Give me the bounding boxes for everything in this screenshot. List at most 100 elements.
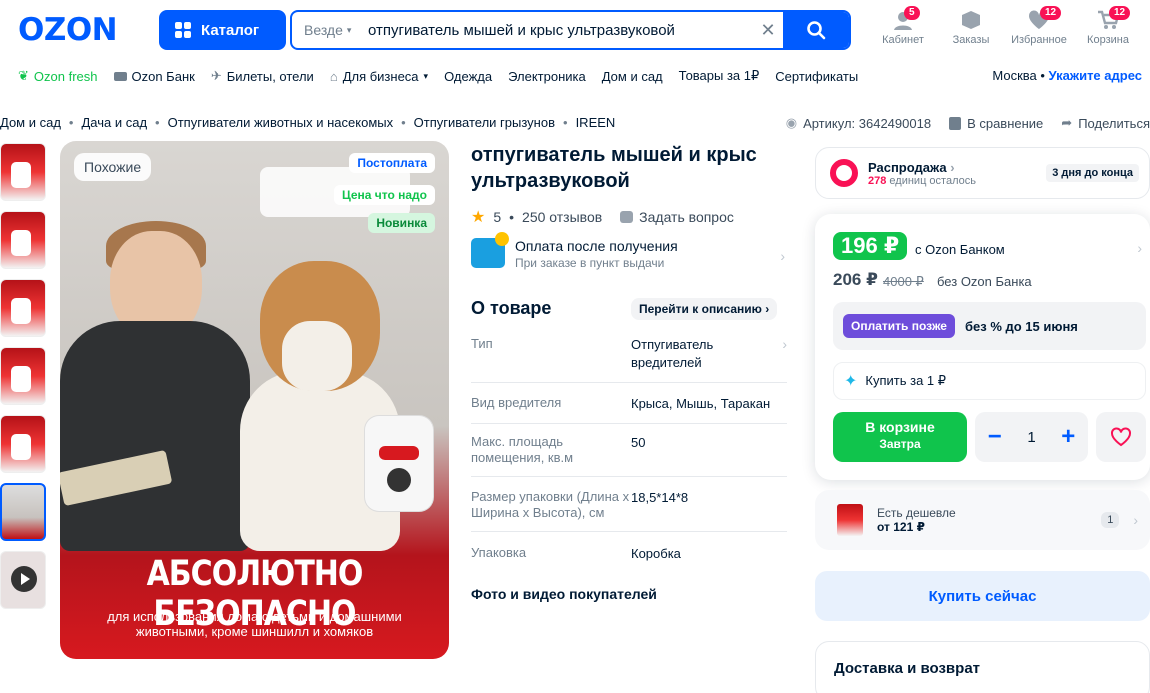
sale-left-count: 278	[868, 174, 887, 187]
header-favorites[interactable]: 12 Избранное	[1009, 6, 1069, 46]
header-account[interactable]: 5 Кабинет	[873, 6, 933, 46]
nav-ozon-bank[interactable]: Ozon Банк	[113, 68, 195, 84]
payment-card-icon	[471, 232, 509, 268]
product-meta: ◉ Артикул: 3642490018 В сравнение ➦ Подели…	[786, 115, 1150, 131]
breadcrumb-item[interactable]: Дача и сад	[81, 115, 147, 130]
header-cart-label: Корзина	[1087, 34, 1129, 46]
spec-value[interactable]: Отпугиватель вредителей	[631, 336, 782, 372]
nav-business[interactable]: ⌂ Для бизнеса ▾	[330, 69, 428, 84]
compare-link[interactable]: В сравнение	[949, 115, 1043, 131]
shop-icon: ⌂	[329, 68, 338, 84]
clear-icon[interactable]: ✕	[753, 20, 783, 41]
nav-certificates[interactable]: Сертификаты	[775, 69, 858, 84]
minus-button[interactable]: −	[988, 423, 1002, 451]
cheaper-offer[interactable]: Есть дешевле от 121 ₽ 1 ›	[815, 490, 1150, 550]
pay-after-subtitle: При заказе в пункт выдачи	[515, 256, 665, 270]
postpay-badge[interactable]: Постоплата	[349, 153, 435, 173]
spec-row: Упаковка Коробка	[471, 545, 787, 573]
address-link[interactable]: Укажите адрес	[1049, 68, 1142, 83]
delivery-return-section[interactable]: Доставка и возврат	[815, 641, 1150, 693]
thumbnail-active[interactable]	[0, 483, 46, 541]
thumbnail[interactable]	[0, 415, 46, 473]
product-main-image[interactable]: Похожие Постоплата Цена что надо Новинка…	[60, 141, 449, 659]
header-cart[interactable]: 12 Корзина	[1078, 6, 1138, 46]
plus-button[interactable]: +	[1061, 423, 1075, 451]
rating-value: 5	[493, 209, 502, 225]
search-icon	[807, 21, 826, 40]
thumbnail[interactable]	[0, 143, 46, 201]
nav-label: Ozon Банк	[131, 68, 195, 84]
spec-row: Размер упаковки (Длина х Ширина х Высота…	[471, 489, 787, 532]
breadcrumb-item[interactable]: Дом и сад	[0, 115, 61, 130]
thumbnail[interactable]	[0, 347, 46, 405]
nav-tickets[interactable]: ✈ Билеты, отели	[211, 68, 314, 84]
nav-ozon-fresh[interactable]: ❦ Ozon fresh	[18, 68, 98, 84]
spec-key: Упаковка	[471, 545, 527, 560]
image-illustration	[282, 321, 352, 391]
spec-row: Вид вредителя Крыса, Мышь, Таракан	[471, 395, 787, 424]
header-orders-label: Заказы	[952, 34, 990, 46]
buy-for-1-row[interactable]: ✦ Купить за 1 ₽	[833, 362, 1146, 400]
article-number[interactable]: ◉ Артикул: 3642490018	[786, 115, 931, 131]
pay-later-row[interactable]: Оплатить позже без % до 15 июня	[833, 302, 1146, 350]
pay-later-button[interactable]: Оплатить позже	[843, 314, 955, 338]
video-thumbnail[interactable]	[0, 551, 46, 609]
buy-now-button[interactable]: Купить сейчас	[815, 571, 1150, 621]
nav-goods-1rub[interactable]: Товары за 1₽	[679, 68, 760, 84]
sale-days-badge: 3 дня до конца	[1046, 164, 1139, 182]
city-label: Москва	[992, 68, 1037, 83]
thumbnail[interactable]	[0, 211, 46, 269]
rating-row: ★ 5 • 250 отзывов Задать вопрос	[471, 209, 734, 226]
similar-button[interactable]: Похожие	[74, 153, 152, 181]
search-scope-select[interactable]: Везде ▾	[292, 22, 358, 38]
account-badge: 5	[904, 6, 920, 20]
nav-label: Для бизнеса	[342, 68, 419, 84]
nav-label: Билеты, отели	[226, 68, 314, 84]
image-subtitle: для использования дома с детьми и домашн…	[107, 609, 402, 639]
spec-value: Крыса, Мышь, Таракан	[631, 396, 771, 411]
cheaper-title: Есть дешевле	[877, 506, 956, 520]
ask-question-link[interactable]: Задать вопрос	[620, 209, 734, 225]
cart-badge: 12	[1109, 6, 1131, 20]
search-scope-label: Везде	[304, 22, 343, 38]
header-orders[interactable]: Заказы	[941, 10, 1001, 46]
in-cart-label: В корзине	[865, 419, 935, 435]
thumbnail[interactable]	[0, 279, 46, 337]
sale-left-text: единиц осталось	[889, 174, 976, 187]
spec-value: 50	[631, 435, 646, 450]
spec-value: Коробка	[631, 546, 681, 561]
reviews-link[interactable]: 250 отзывов	[522, 209, 602, 225]
compare-label: В сравнение	[967, 115, 1044, 131]
sale-banner[interactable]: Распродажа › 278 единиц осталось 3 дня д…	[815, 147, 1150, 199]
sub-navigation: ❦ Ozon fresh Ozon Банк ✈ Билеты, отели ⌂ Дл…	[18, 68, 1150, 84]
quantity-value: 1	[1027, 428, 1036, 446]
customer-photos-heading[interactable]: Фото и видео покупателей	[471, 586, 657, 602]
about-heading: О товаре	[471, 298, 552, 318]
spec-key: Макс. площадь помещения, кв.м	[471, 434, 574, 465]
sale-title: Распродажа	[868, 159, 947, 175]
pay-after-receipt[interactable]: Оплата после получения При заказе в пунк…	[471, 232, 785, 270]
buy-box: 196 ₽ с Ozon Банком › 206 ₽ 4000 ₽ без O…	[815, 214, 1150, 480]
star-icon: ★	[471, 209, 486, 226]
favorite-button[interactable]	[1096, 412, 1146, 462]
breadcrumb-item[interactable]: IREEN	[576, 115, 616, 130]
in-cart-button[interactable]: В корзине Завтра	[833, 412, 967, 462]
breadcrumb-item[interactable]: Отпугиватели животных и насекомых	[168, 115, 394, 130]
nav-label: Ozon fresh	[33, 68, 98, 84]
play-icon	[11, 566, 37, 592]
nav-electronics[interactable]: Электроника	[508, 69, 586, 84]
location[interactable]: Москва • Укажите адрес	[992, 68, 1142, 83]
chevron-right-icon[interactable]: ›	[1137, 240, 1142, 256]
nav-home-garden[interactable]: Дом и сад	[602, 69, 663, 84]
search-button[interactable]	[783, 12, 849, 48]
search-input[interactable]: отпугиватель мышей и крыс ультразвуковой	[358, 22, 753, 39]
goto-description-button[interactable]: Перейти к описанию ›	[631, 298, 778, 320]
catalog-button[interactable]: Каталог	[159, 10, 286, 50]
good-price-badge[interactable]: Цена что надо	[333, 185, 435, 205]
breadcrumb-item[interactable]: Отпугиватели грызунов	[414, 115, 555, 130]
ozon-logo[interactable]: OZON	[18, 12, 118, 48]
price-standard-label: без Ozon Банка	[937, 274, 1032, 289]
nav-clothes[interactable]: Одежда	[444, 69, 492, 84]
chevron-right-icon: ›	[782, 336, 787, 352]
share-link[interactable]: ➦ Поделиться	[1061, 115, 1150, 131]
